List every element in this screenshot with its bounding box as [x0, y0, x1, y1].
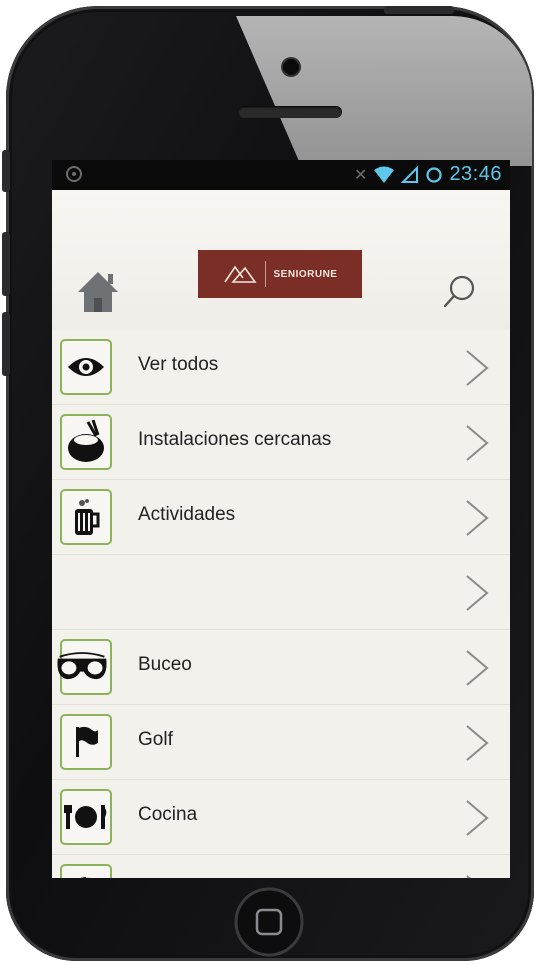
- menu-item-label: Instalaciones cercanas: [138, 429, 332, 450]
- volume-up-button: [2, 232, 10, 296]
- location-icon: [66, 166, 82, 182]
- chevron-right-icon: [466, 500, 489, 536]
- menu-item-icon-box: [60, 864, 112, 878]
- search-button[interactable]: [440, 272, 480, 312]
- mug-icon: [75, 499, 100, 535]
- menu-item-icon-box: [60, 789, 112, 845]
- chevron-right-icon: [466, 800, 489, 836]
- flag-icon: [76, 726, 98, 757]
- chevron-right-icon: [466, 875, 471, 878]
- menu-item-partial[interactable]: [52, 855, 510, 878]
- status-bar: ✕ 23:46: [52, 160, 510, 190]
- eye-icon: [68, 358, 104, 376]
- chevron-right-icon: [466, 425, 489, 461]
- earpiece-speaker: [238, 106, 342, 118]
- search-icon: [443, 275, 475, 308]
- logo-mark-icon: [223, 265, 257, 283]
- bowl-icon: [68, 420, 104, 462]
- wifi-icon: [374, 166, 395, 183]
- menu-item-icon-box: [60, 339, 112, 395]
- app-header: SENIORUNE: [52, 190, 510, 331]
- volume-down-button: [2, 312, 10, 376]
- chevron-right-icon: [466, 575, 489, 611]
- menu-item-label: Actividades: [138, 504, 236, 525]
- pie-icon: [80, 877, 92, 878]
- menu-item-icon-box: [60, 414, 112, 470]
- menu-item-cocina[interactable]: Cocina: [52, 780, 510, 855]
- chevron-right-icon: [466, 350, 489, 386]
- menu-item-instalaciones[interactable]: Instalaciones cercanas: [52, 405, 510, 480]
- status-clock: 23:46: [449, 163, 502, 185]
- plate-icon: [64, 805, 107, 829]
- home-icon: [78, 272, 118, 312]
- menu-item-label: Golf: [138, 729, 173, 750]
- menu-item-icon-box: [57, 639, 112, 695]
- menu-list: Ver todos Instalaciones cercanas Activid…: [52, 330, 510, 878]
- power-button: [384, 6, 454, 14]
- hardware-home-button[interactable]: [233, 886, 305, 958]
- menu-item-label: Ver todos: [138, 354, 219, 375]
- signal-icon: [401, 165, 419, 183]
- menu-item-icon-box: [60, 489, 112, 545]
- brand-logo: SENIORUNE: [198, 250, 362, 298]
- diving-mask-icon: [57, 652, 107, 680]
- menu-item-buceo[interactable]: Buceo: [52, 630, 510, 705]
- glass-glare: [236, 16, 532, 166]
- menu-item-ver-todos[interactable]: Ver todos: [52, 330, 510, 405]
- menu-item-empty[interactable]: [52, 555, 510, 630]
- app-screen: ✕ 23:46 SENIORUNE Ver todos Instalacione…: [52, 160, 510, 878]
- logo-text: SENIORUNE: [273, 268, 338, 280]
- chevron-right-icon: [466, 650, 489, 686]
- menu-item-actividades[interactable]: Actividades: [52, 480, 510, 555]
- sync-icon: [426, 166, 443, 183]
- front-camera: [283, 59, 299, 75]
- bluetooth-icon: ✕: [354, 166, 368, 184]
- chevron-right-icon: [466, 725, 489, 761]
- home-button[interactable]: [74, 268, 122, 316]
- menu-item-label: Buceo: [138, 654, 192, 675]
- menu-item-golf[interactable]: Golf: [52, 705, 510, 780]
- mute-switch: [2, 150, 10, 192]
- menu-item-label: Cocina: [138, 804, 198, 825]
- menu-item-icon-box: [60, 714, 112, 770]
